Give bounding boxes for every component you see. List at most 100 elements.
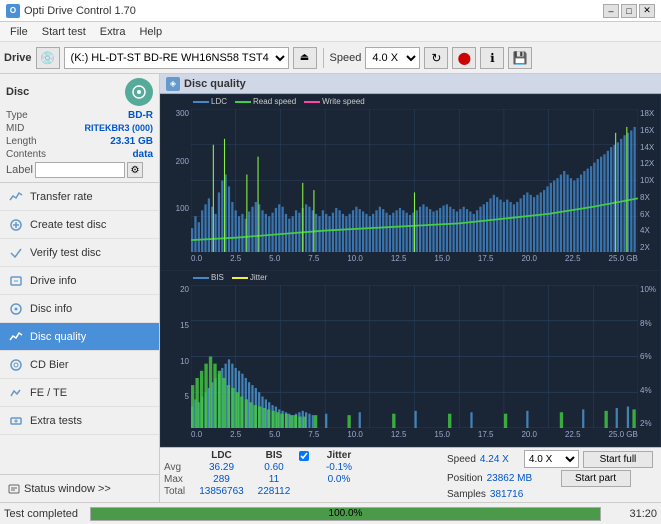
start-part-button[interactable]: Start part — [561, 470, 631, 487]
maximize-button[interactable]: □ — [621, 4, 637, 18]
status-text: Test completed — [4, 508, 84, 520]
stats-speed-row: Speed 4.24 X 4.0 X Start full — [447, 450, 657, 468]
titlebar-controls[interactable]: – □ ✕ — [603, 4, 655, 18]
bx-label-2.5: 2.5 — [230, 430, 241, 439]
y-label-15: 15 — [161, 321, 189, 330]
transfer-rate-icon — [8, 189, 24, 205]
fe-te-icon — [8, 385, 24, 401]
disc-length-value: 23.31 GB — [110, 136, 153, 147]
y-label-5: 5 — [161, 392, 189, 401]
x-label-7.5: 7.5 — [308, 254, 319, 263]
write-speed-legend-label: Write speed — [322, 97, 365, 106]
status-window-button[interactable]: Status window >> — [0, 474, 159, 502]
stats-jitter-checkbox — [299, 450, 309, 461]
minimize-button[interactable]: – — [603, 4, 619, 18]
stats-speed-select[interactable]: 4.0 X — [524, 450, 579, 468]
bx-label-15.0: 15.0 — [434, 430, 450, 439]
refresh-button[interactable]: ↻ — [424, 47, 448, 69]
top-chart-y-axis-right: 18X 16X 14X 12X 10X 8X 6X 4X 2X — [638, 109, 660, 252]
status-window-icon — [8, 483, 20, 495]
eject-button[interactable]: ⏏ — [293, 47, 317, 69]
drive-info-icon — [8, 273, 24, 289]
stats-table: LDC BIS Jitter Avg 36.29 0.60 -0.1% — [164, 450, 443, 497]
disc-length-label: Length — [6, 136, 37, 147]
read-speed-legend-color — [235, 101, 251, 103]
bottom-chart-svg — [191, 285, 638, 428]
bx-label-7.5: 7.5 — [308, 430, 319, 439]
top-chart-legend: LDC Read speed Write speed — [193, 97, 365, 106]
y-label-20: 20 — [161, 285, 189, 294]
bx-label-20.0: 20.0 — [521, 430, 537, 439]
sidebar-item-transfer-rate[interactable]: Transfer rate — [0, 183, 159, 211]
sidebar-item-disc-quality[interactable]: Disc quality — [0, 323, 159, 351]
cd-bier-icon — [8, 357, 24, 373]
read-speed-legend-label: Read speed — [253, 97, 296, 106]
x-label-5.0: 5.0 — [269, 254, 280, 263]
bottom-chart-x-axis: 0.0 2.5 5.0 7.5 10.0 12.5 15.0 17.5 20.0… — [191, 428, 638, 446]
y-label-10: 10 — [161, 357, 189, 366]
top-chart-y-axis-left: 300 200 100 — [161, 109, 191, 252]
stats-bis-header: BIS — [249, 450, 299, 461]
sidebar-item-fe-te[interactable]: FE / TE — [0, 379, 159, 407]
main-layout: Disc Type BD-R MID RITEKBR3 (000) Length… — [0, 74, 661, 502]
disc-icon — [125, 78, 153, 106]
time-display: 31:20 — [607, 508, 657, 520]
toolbar: Drive 💿 (K:) HL-DT-ST BD-RE WH16NS58 TST… — [0, 42, 661, 74]
x-label-0.0: 0.0 — [191, 254, 202, 263]
sidebar-item-extra-tests[interactable]: Extra tests — [0, 407, 159, 435]
y-label-2pct: 2% — [640, 419, 660, 428]
sidebar-item-verify-test[interactable]: Verify test disc — [0, 239, 159, 267]
menu-file[interactable]: File — [4, 24, 34, 40]
start-full-button[interactable]: Start full — [583, 451, 653, 468]
y-label-10x: 10X — [640, 176, 660, 185]
jitter-legend-item: Jitter — [232, 273, 267, 282]
disc-contents-row: Contents data — [6, 149, 153, 160]
disc-label-browse-button[interactable]: ⚙ — [127, 162, 143, 178]
sidebar-item-disc-info[interactable]: Disc info — [0, 295, 159, 323]
menu-help[interactable]: Help — [133, 24, 168, 40]
y-label-300: 300 — [161, 109, 189, 118]
content-header: ◈ Disc quality — [160, 74, 661, 94]
info-button[interactable]: ℹ — [480, 47, 504, 69]
bx-label-0.0: 0.0 — [191, 430, 202, 439]
stats-avg-ldc: 36.29 — [194, 462, 249, 473]
bis-legend-item: BIS — [193, 273, 224, 282]
sidebar-item-drive-info[interactable]: Drive info — [0, 267, 159, 295]
stats-avg-row: Avg 36.29 0.60 -0.1% — [164, 462, 443, 473]
sidebar-item-cd-bier[interactable]: CD Bier — [0, 351, 159, 379]
extra-tests-icon — [8, 413, 24, 429]
y-label-8x: 8X — [640, 193, 660, 202]
disc-mid-row: MID RITEKBR3 (000) — [6, 123, 153, 134]
stats-samples-row: Samples 381716 — [447, 489, 657, 500]
record-button[interactable]: ⬤ — [452, 47, 476, 69]
sidebar-item-create-test[interactable]: Create test disc — [0, 211, 159, 239]
stats-position-value: 23862 MB — [487, 473, 557, 484]
stats-empty-header — [164, 450, 194, 461]
top-chart-x-axis: 0.0 2.5 5.0 7.5 10.0 12.5 15.0 17.5 20.0… — [191, 252, 638, 270]
speed-selector[interactable]: 4.0 X — [365, 47, 420, 69]
jitter-check-input[interactable] — [299, 451, 309, 461]
stats-max-row: Max 289 11 0.0% — [164, 474, 443, 485]
stats-position-label: Position — [447, 473, 483, 484]
menu-extra[interactable]: Extra — [94, 24, 132, 40]
create-test-icon — [8, 217, 24, 233]
close-button[interactable]: ✕ — [639, 4, 655, 18]
stats-row: LDC BIS Jitter Avg 36.29 0.60 -0.1% — [164, 450, 657, 500]
disc-contents-label: Contents — [6, 149, 46, 160]
bx-label-17.5: 17.5 — [478, 430, 494, 439]
y-label-10pct: 10% — [640, 285, 660, 294]
y-label-16x: 16X — [640, 126, 660, 135]
menu-start-test[interactable]: Start test — [36, 24, 92, 40]
y-label-18x: 18X — [640, 109, 660, 118]
save-button[interactable]: 💾 — [508, 47, 532, 69]
disc-label-input[interactable] — [35, 162, 125, 178]
drive-selector[interactable]: (K:) HL-DT-ST BD-RE WH16NS58 TST4 — [64, 47, 289, 69]
stats-headers: LDC BIS Jitter — [164, 450, 443, 461]
disc-type-label: Type — [6, 110, 28, 121]
stats-total-row: Total 13856763 228112 — [164, 486, 443, 497]
drive-icon: 💿 — [36, 47, 60, 69]
verify-test-icon — [8, 245, 24, 261]
y-label-6x: 6X — [640, 210, 660, 219]
disc-label-label: Label — [6, 164, 33, 176]
y-label-2x: 2X — [640, 243, 660, 252]
